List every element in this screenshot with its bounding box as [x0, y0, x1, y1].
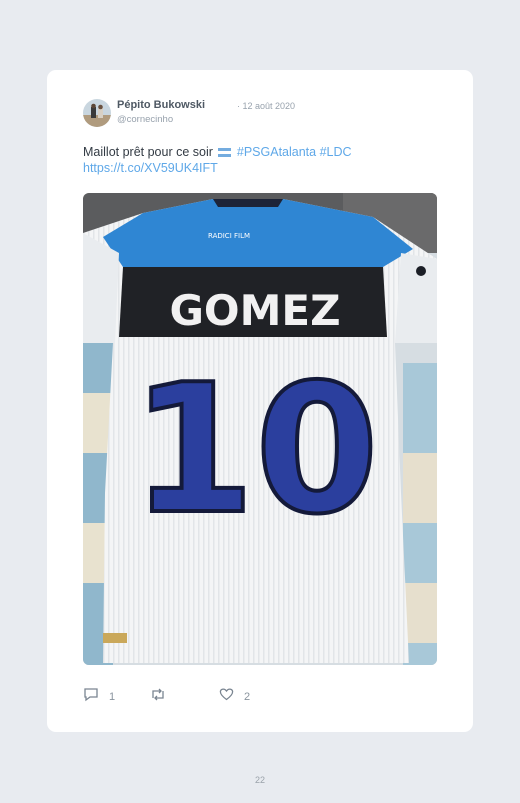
page-number: 22	[254, 775, 265, 785]
tweet-date[interactable]: · 12 août 2020	[237, 101, 295, 111]
tweet-link[interactable]: https://t.co/XV59UK4IFT	[83, 161, 218, 175]
tweet-card: Pépito Bukowski · 12 août 2020 @cornecin…	[47, 70, 473, 732]
reply-count: 1	[109, 691, 116, 703]
tweet-text-main: Maillot prêt pour ce soir	[83, 145, 213, 159]
jersey-photo: GOMEZ 10 RADICI FILM	[83, 193, 437, 665]
retweet-icon	[149, 687, 167, 707]
author-name[interactable]: Pépito Bukowski	[117, 99, 205, 111]
heart-icon	[219, 687, 234, 706]
like-count: 2	[244, 690, 251, 703]
jersey-number-text: 10	[131, 346, 379, 553]
argentina-flag-icon	[218, 148, 232, 157]
tweet-text: Maillot prêt pour ce soir #PSGAtalanta #…	[83, 145, 443, 176]
reply-button[interactable]: 1	[83, 687, 115, 707]
author-handle[interactable]: @cornecinho	[117, 114, 173, 125]
like-button[interactable]: 2	[219, 687, 250, 706]
tweet-image[interactable]: GOMEZ 10 RADICI FILM	[83, 193, 437, 665]
avatar[interactable]	[83, 99, 111, 127]
reply-icon	[83, 687, 99, 707]
hashtag-psgatalanta[interactable]: #PSGAtalanta	[237, 145, 316, 159]
jersey-name-text: GOMEZ	[169, 286, 340, 335]
hashtag-ldc[interactable]: #LDC	[320, 145, 352, 159]
jersey-sponsor-text: RADICI FILM	[208, 232, 250, 240]
retweet-button[interactable]	[149, 687, 167, 707]
tweet-actions: 1 2	[83, 687, 443, 705]
